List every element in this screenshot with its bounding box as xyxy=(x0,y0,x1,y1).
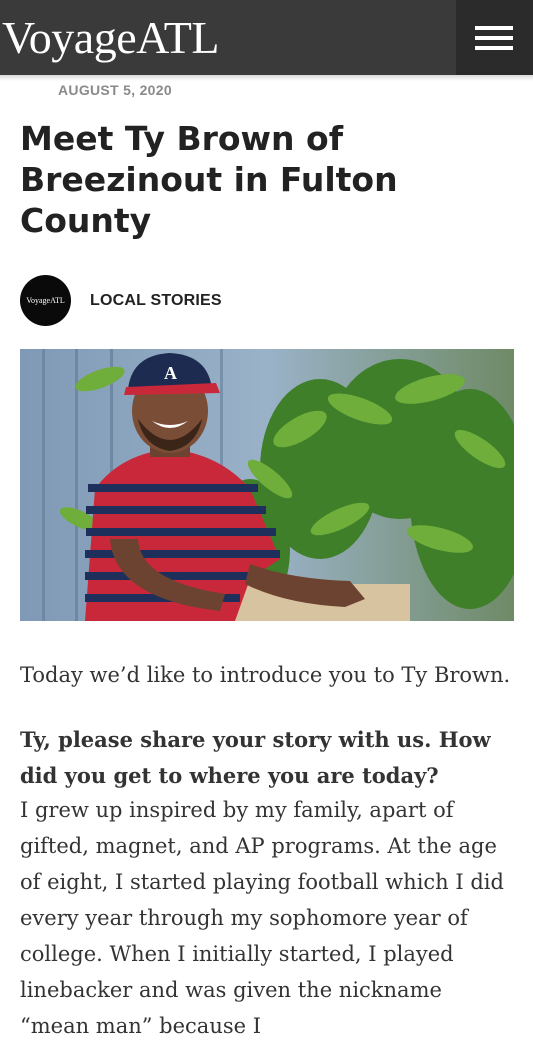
hero-photo: A xyxy=(20,349,514,621)
avatar-logo-text: VoyageATL xyxy=(26,296,65,305)
intro-paragraph: Today we’d like to introduce you to Ty B… xyxy=(20,663,511,687)
author-avatar[interactable]: VoyageATL xyxy=(20,275,71,326)
top-navigation-bar: VoyageATL xyxy=(0,0,533,75)
category-link[interactable]: LOCAL STORIES xyxy=(90,292,222,310)
site-logo[interactable]: VoyageATL xyxy=(2,6,219,70)
interview-question: Ty, please share your story with us. How… xyxy=(20,727,491,788)
menu-button[interactable] xyxy=(456,0,533,75)
publish-date: AUGUST 5, 2020 xyxy=(58,82,172,98)
article-title: Meet Ty Brown of Breezinout in Fulton Co… xyxy=(20,119,398,240)
header-shadow xyxy=(0,75,533,81)
interview-answer: I grew up inspired by my family, apart o… xyxy=(20,798,504,1038)
hero-image[interactable]: A xyxy=(20,349,514,621)
svg-text:A: A xyxy=(164,363,177,383)
